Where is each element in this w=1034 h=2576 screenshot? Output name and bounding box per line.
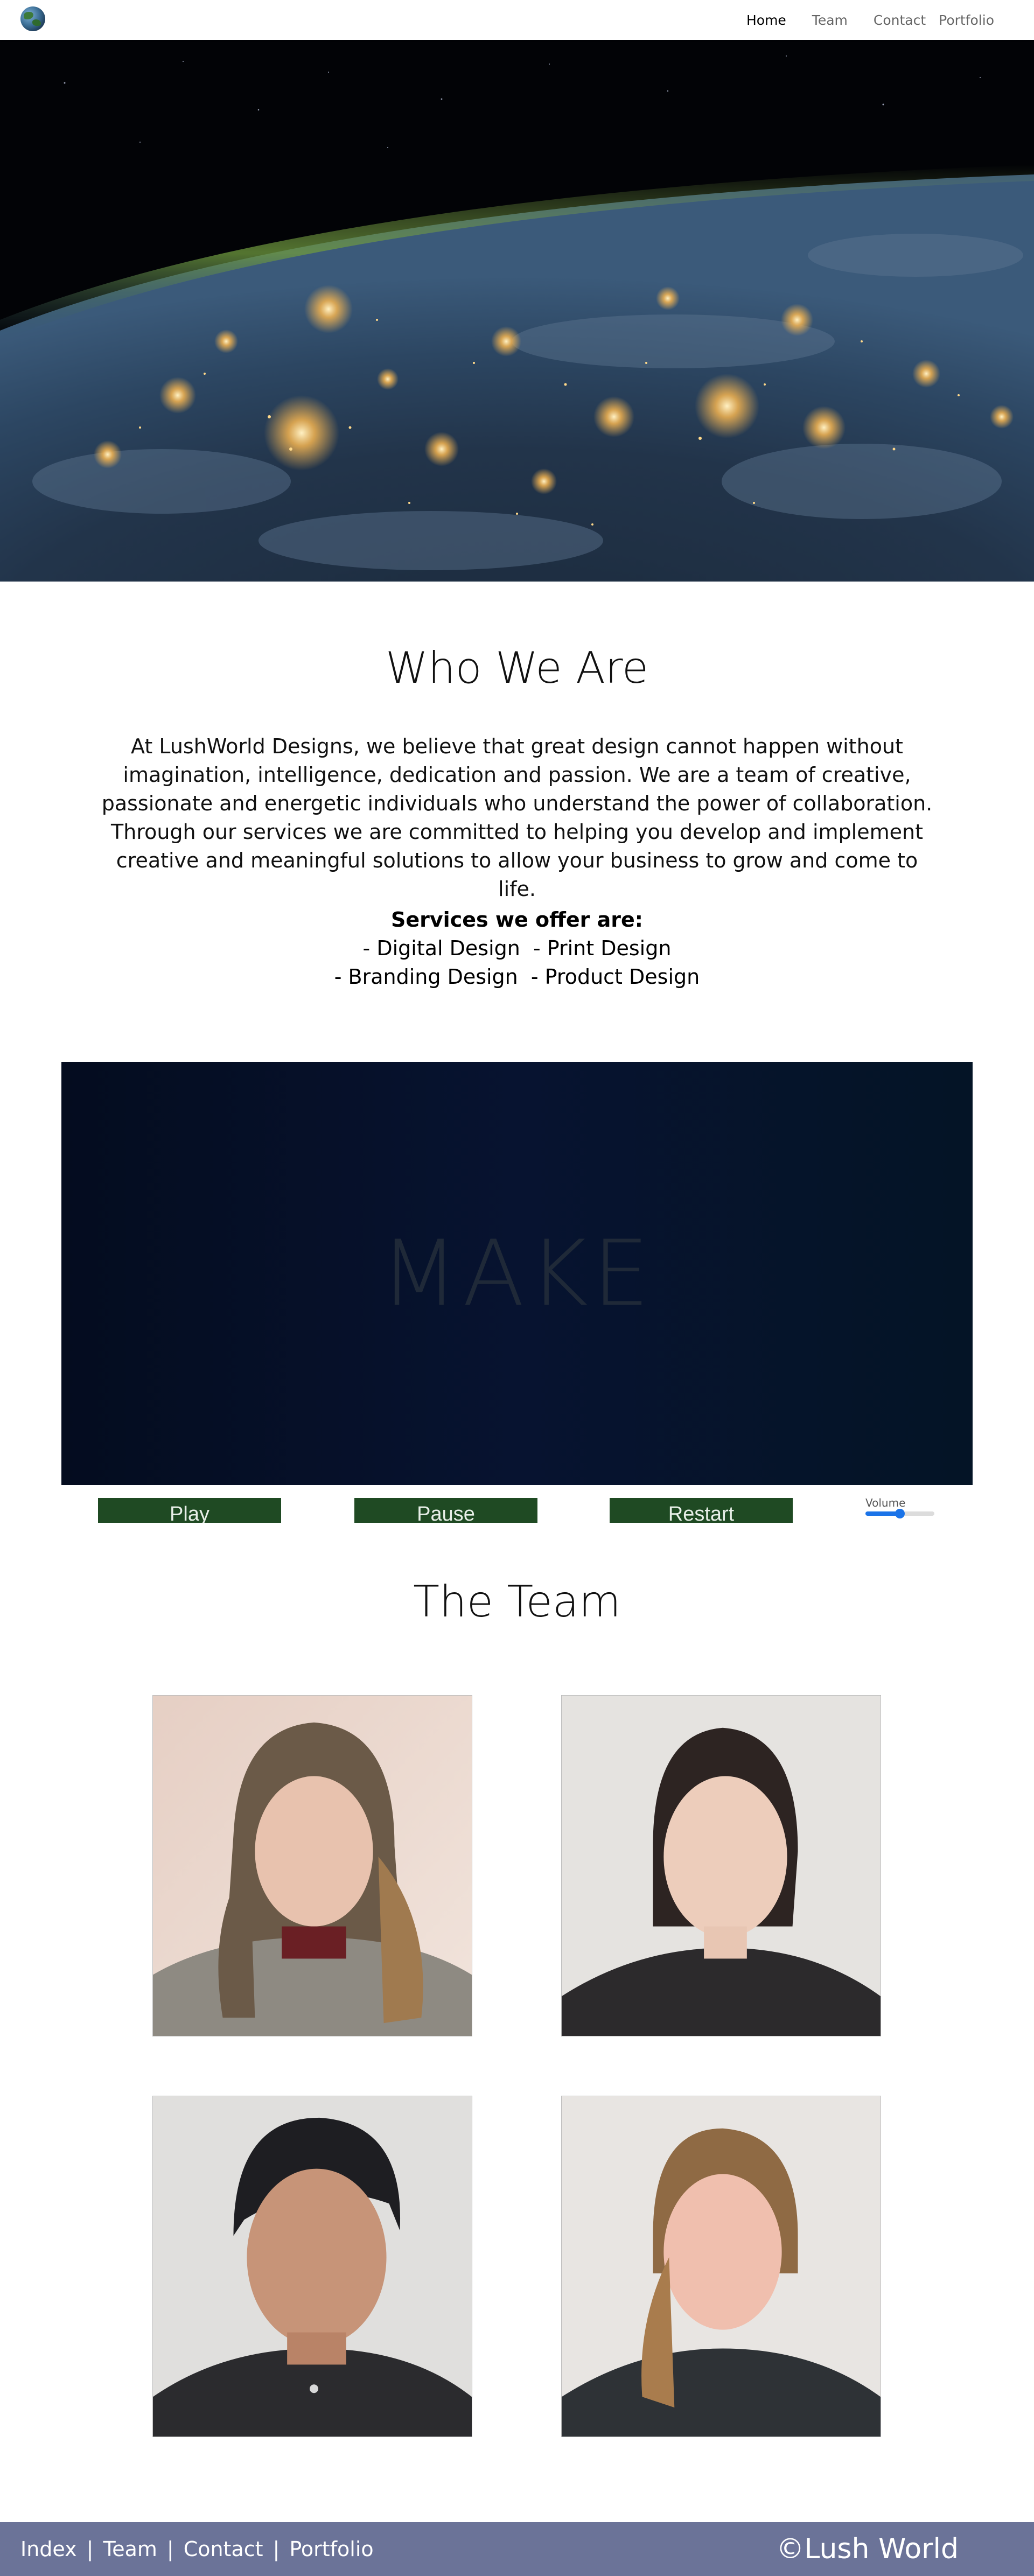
hero-earth-image: [0, 40, 1034, 582]
team-member-photo: [561, 1695, 881, 2036]
services-heading: Services we offer are:: [391, 908, 643, 932]
team-member-photo: [152, 1695, 472, 2036]
services-row-2: - Branding Design - Product Design: [0, 963, 1034, 991]
team-member-photo: [152, 2096, 472, 2437]
video-player[interactable]: MAKE: [61, 1062, 973, 1485]
service-item: - Product Design: [530, 965, 700, 989]
video-controls: Play Pause Restart Volume: [0, 1485, 1034, 1523]
nav-link-team[interactable]: Team: [812, 12, 848, 28]
team-member-photo: [561, 2096, 881, 2437]
footer-link-index[interactable]: Index: [20, 2537, 77, 2561]
volume-control: Volume: [865, 1496, 937, 1518]
footer-links: Index | Team | Contact | Portfolio: [20, 2522, 374, 2576]
footer-link-team[interactable]: Team: [103, 2537, 157, 2561]
about-paragraph: At LushWorld Designs, we believe that gr…: [101, 734, 933, 901]
volume-slider[interactable]: [865, 1509, 934, 1518]
volume-label: Volume: [865, 1496, 906, 1509]
nav-link-home[interactable]: Home: [746, 12, 786, 28]
footer-separator: |: [273, 2537, 280, 2561]
nav-link-portfolio[interactable]: Portfolio: [939, 12, 994, 28]
nav-links: Home Team Contact Portfolio: [721, 0, 994, 40]
nav-link-contact[interactable]: Contact: [874, 12, 926, 28]
footer-link-contact[interactable]: Contact: [184, 2537, 263, 2561]
play-button-label: Play: [170, 1503, 209, 1523]
team-title: The Team: [413, 1577, 621, 1627]
footer-separator: |: [166, 2537, 174, 2561]
volume-thumb[interactable]: [895, 1509, 905, 1518]
restart-button[interactable]: Restart: [610, 1498, 793, 1523]
footer: Index | Team | Contact | Portfolio ©Lush…: [0, 2522, 1034, 2576]
globe-icon[interactable]: [20, 6, 45, 31]
pause-button-label: Pause: [417, 1503, 475, 1523]
footer-link-portfolio[interactable]: Portfolio: [289, 2537, 373, 2561]
navbar: Home Team Contact Portfolio: [0, 0, 1034, 40]
play-button[interactable]: Play: [98, 1498, 281, 1523]
about-title: Who We Are: [385, 643, 649, 693]
service-item: - Print Design: [533, 936, 672, 960]
service-item: - Digital Design: [362, 936, 520, 960]
footer-copyright: ©Lush World: [776, 2533, 959, 2565]
video-overlay-text: MAKE: [380, 1221, 654, 1326]
footer-separator: |: [86, 2537, 94, 2561]
pause-button[interactable]: Pause: [354, 1498, 537, 1523]
restart-button-label: Restart: [668, 1503, 735, 1523]
services-row-1: - Digital Design - Print Design: [0, 934, 1034, 963]
service-item: - Branding Design: [334, 965, 518, 989]
